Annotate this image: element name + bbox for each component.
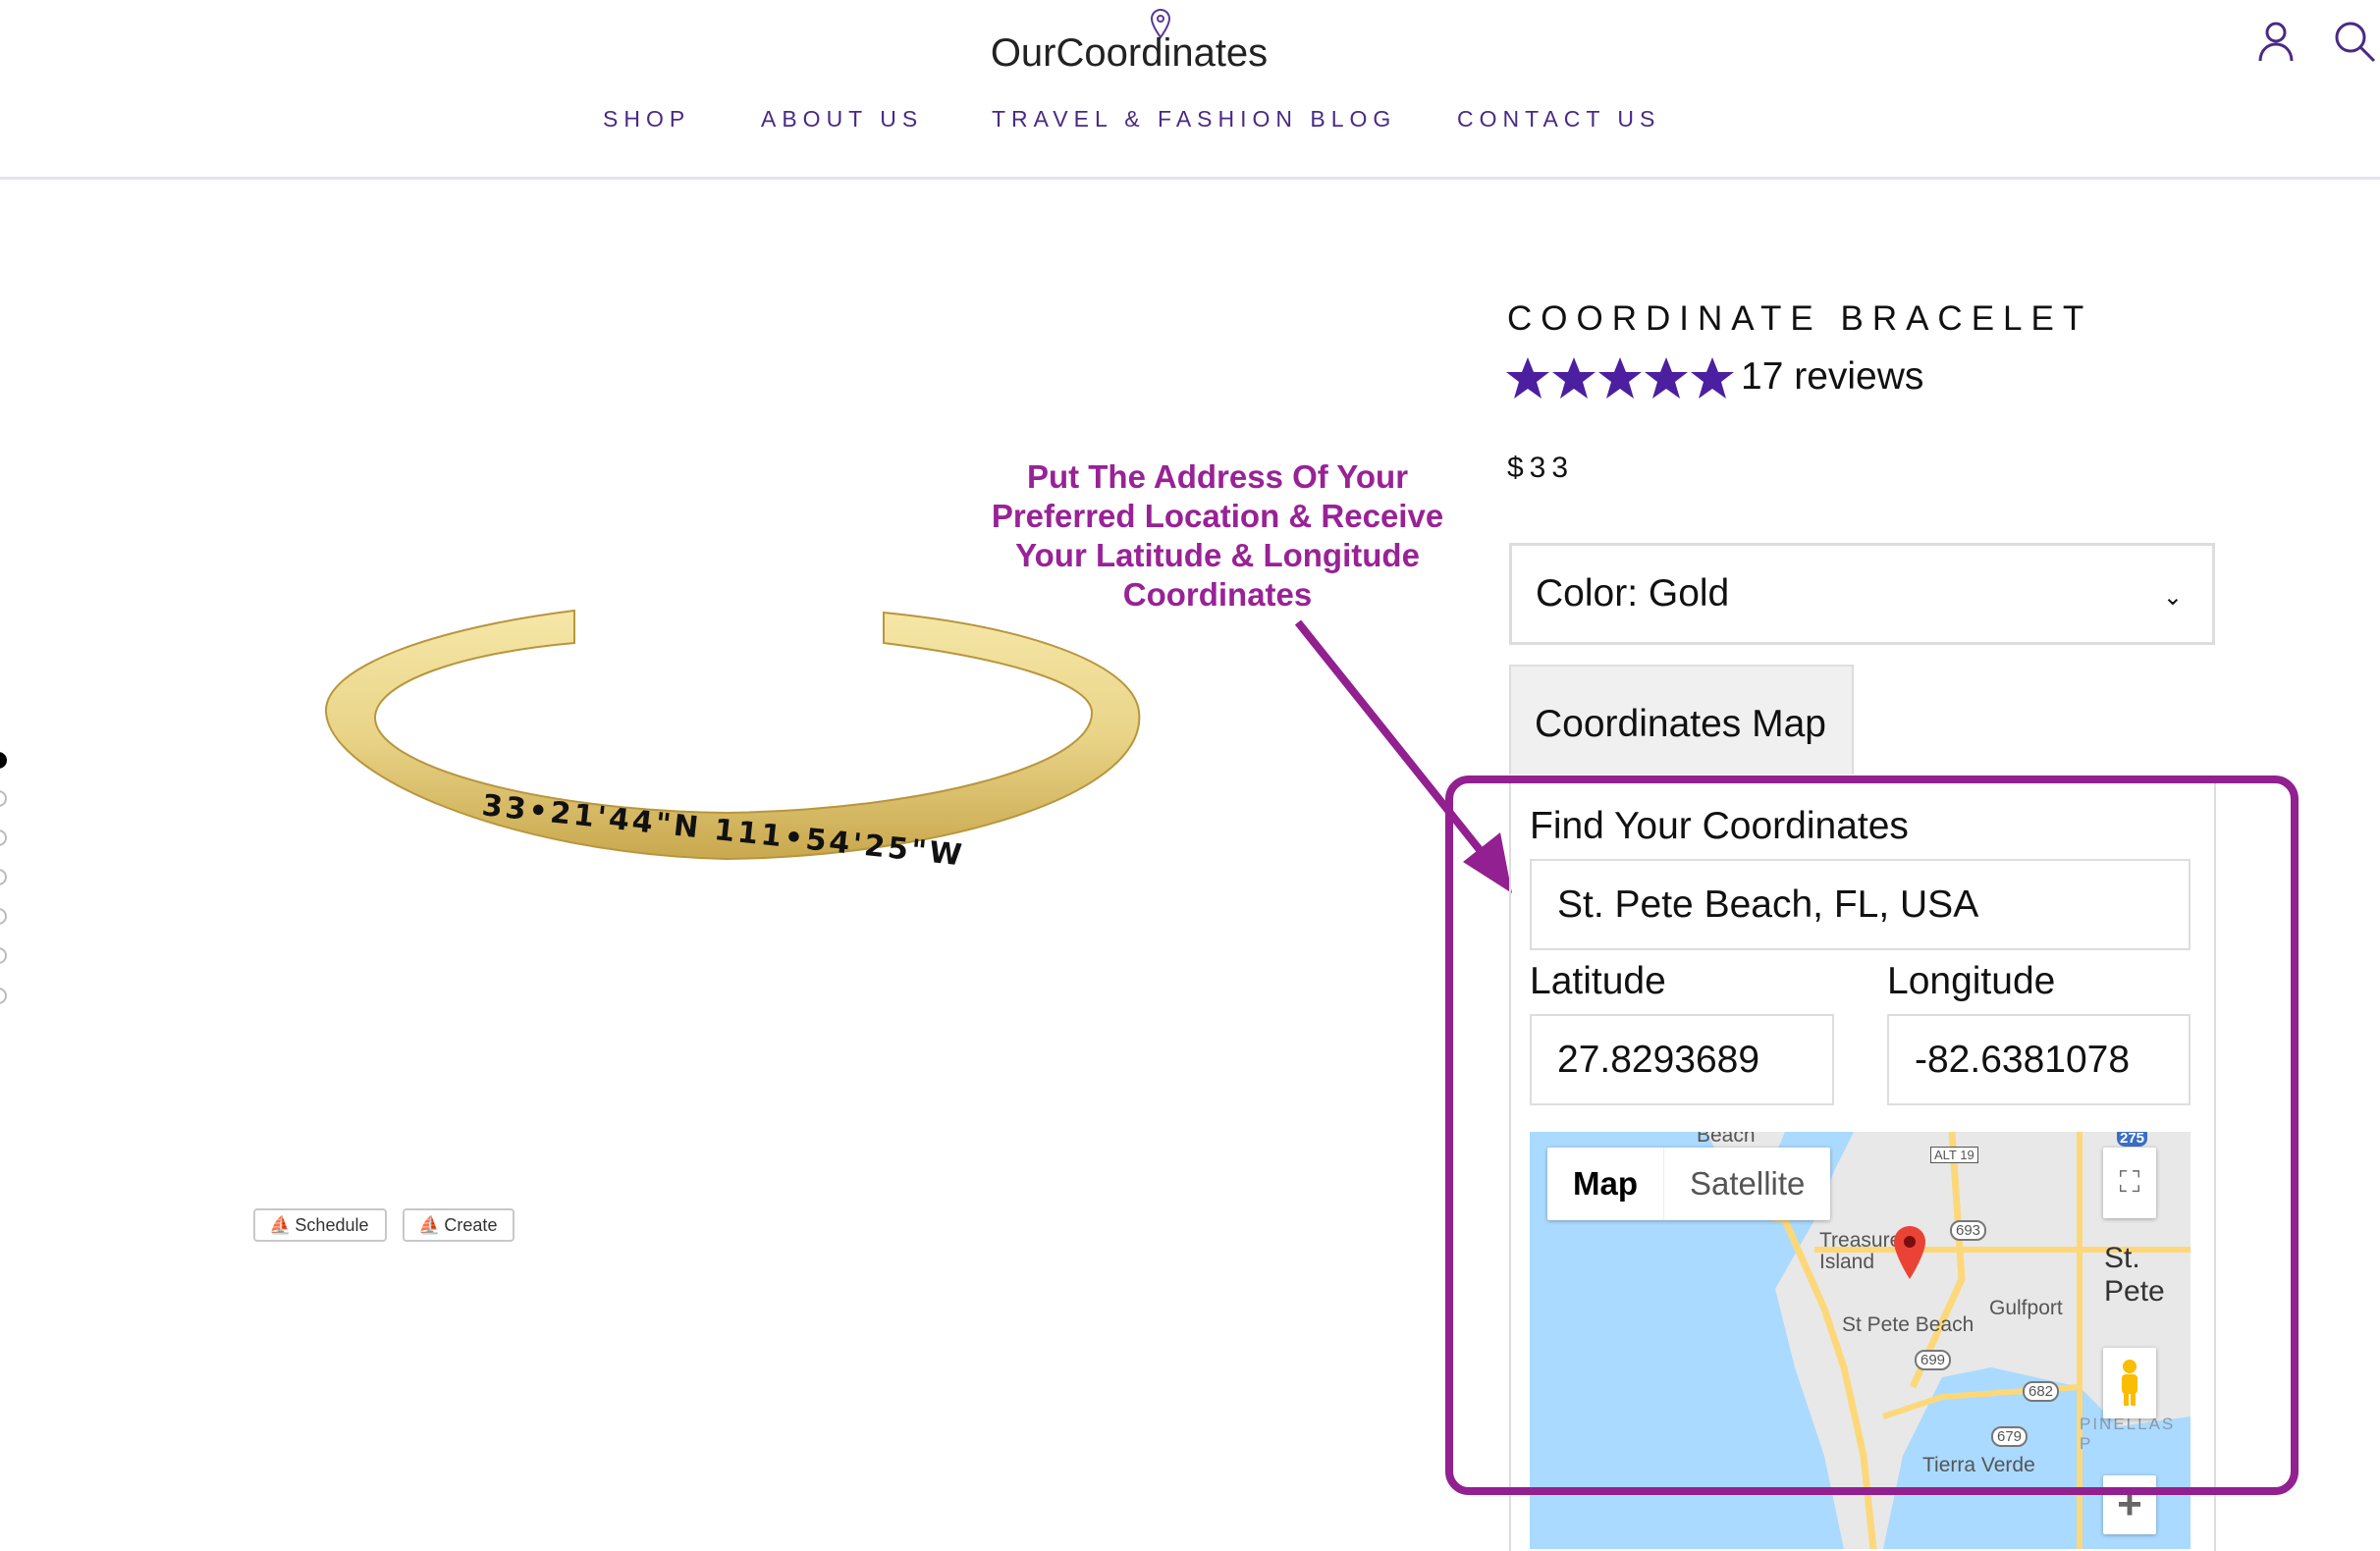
sail-icon: ⛵ — [418, 1214, 441, 1235]
gallery-dot[interactable] — [0, 829, 7, 846]
gallery-dot[interactable] — [0, 908, 7, 925]
highlight-box — [1445, 776, 2299, 1495]
nav-about-us[interactable]: ABOUT US — [761, 106, 923, 133]
gallery-dot[interactable] — [0, 947, 7, 964]
site-logo[interactable]: OurCoordinates — [982, 8, 1276, 77]
nav-contact-us[interactable]: CONTACT US — [1457, 106, 1660, 133]
reviews-link[interactable]: 17 reviews — [1741, 355, 1923, 399]
gallery-dot[interactable] — [0, 752, 7, 769]
product-title: COORDINATE BRACELET — [1507, 299, 2093, 338]
stars-icon — [1506, 357, 1734, 399]
header-divider — [0, 177, 2380, 180]
schedule-label: Schedule — [295, 1214, 369, 1235]
product-price: $33 — [1507, 452, 1575, 484]
search-icon[interactable] — [2331, 20, 2380, 63]
annotation-line: Preferred Location & Receive — [991, 498, 1444, 534]
star-rating[interactable] — [1505, 355, 1737, 401]
create-label: Create — [444, 1214, 498, 1235]
color-select[interactable]: Color: Gold ⌄ — [1509, 543, 2215, 645]
gallery-dot[interactable] — [0, 869, 7, 885]
sail-icon: ⛵ — [269, 1214, 292, 1235]
nav-blog[interactable]: TRAVEL & FASHION BLOG — [992, 106, 1396, 133]
schedule-button[interactable]: ⛵ Schedule — [253, 1208, 387, 1242]
annotation-line: Put The Address Of Your — [1026, 458, 1409, 495]
chevron-down-icon: ⌄ — [2162, 584, 2183, 611]
gallery-dot[interactable] — [0, 790, 7, 807]
nav-shop[interactable]: SHOP — [603, 106, 690, 133]
create-button[interactable]: ⛵ Create — [403, 1208, 514, 1242]
logo-text: OurCoordinates — [990, 31, 1269, 75]
bracelet-image: 33•21'44"N 111•54'25"W — [324, 609, 1141, 874]
user-icon[interactable] — [2254, 20, 2298, 63]
annotation-line: Your Latitude & Longitude — [1015, 537, 1420, 573]
annotation-text: Put The Address Of Your Preferred Locati… — [943, 457, 1492, 615]
gallery-dot[interactable] — [0, 988, 7, 1004]
tab-coordinates-map[interactable]: Coordinates Map — [1509, 665, 1854, 775]
color-select-value: Color: Gold — [1536, 572, 1730, 615]
